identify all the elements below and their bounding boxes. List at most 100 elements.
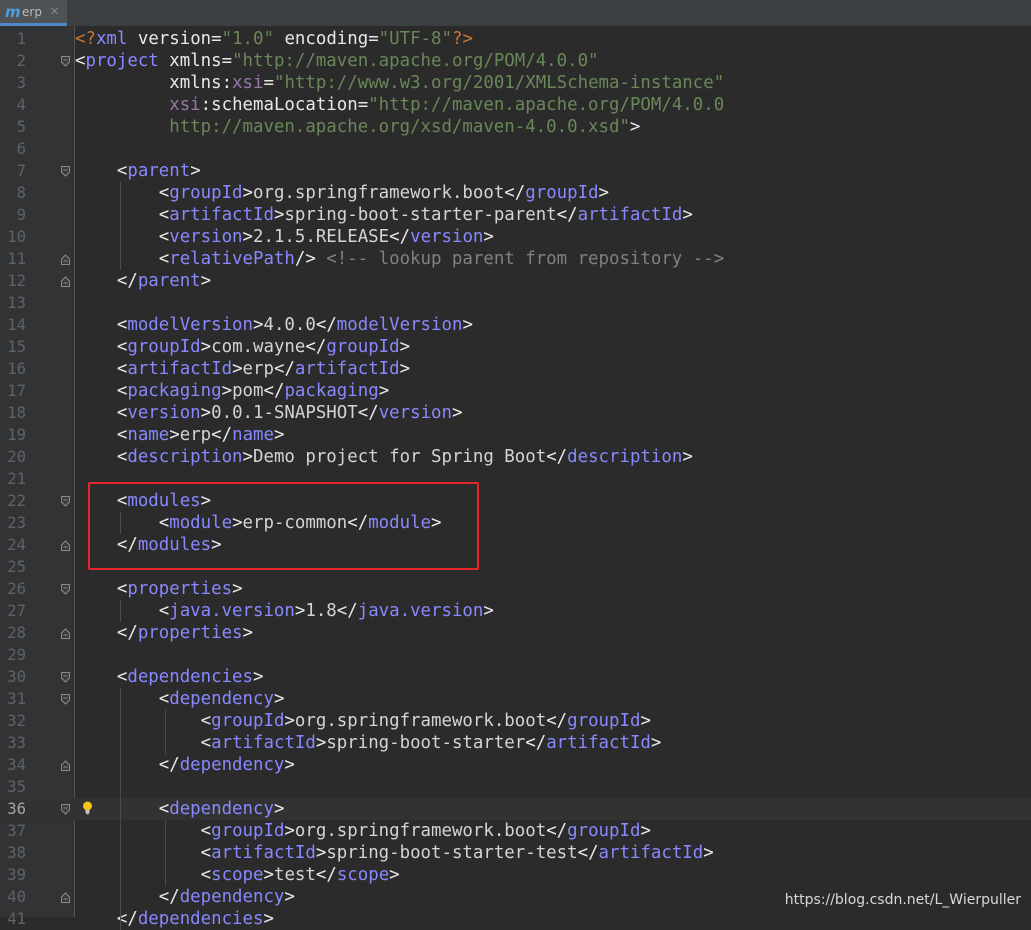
code-line[interactable]: 2 <project xmlns="http://maven.apache.org… [0, 50, 1031, 72]
code-token: xml [95, 29, 128, 49]
code-line[interactable]: 1 <?xml version="1.0" encoding="UTF-8"?> [0, 28, 1031, 50]
fold-collapse-icon[interactable] [61, 56, 70, 67]
line-number: 35 [7, 778, 26, 796]
code-line[interactable]: 29 [0, 644, 1031, 666]
code-token: < [75, 315, 128, 335]
code-line[interactable]: 41 </dependencies> [0, 908, 1031, 930]
fold-collapse-icon[interactable] [61, 166, 70, 177]
fold-collapse-icon[interactable] [61, 672, 70, 683]
code-line[interactable]: 3 xmlns:xsi="http://www.w3.org/2001/XMLS… [0, 72, 1031, 94]
code-token: </ [263, 381, 285, 401]
code-token: > [169, 425, 180, 445]
code-token: > [263, 865, 274, 885]
code-line[interactable]: 12 </parent> [0, 270, 1031, 292]
fold-collapse-icon[interactable] [61, 694, 70, 705]
code-line[interactable]: 34 </dependency> [0, 754, 1031, 776]
code-token: > [242, 623, 254, 643]
code-token: > [399, 359, 411, 379]
code-token: > [253, 667, 264, 687]
code-line[interactable]: 39 <scope>test</scope> [0, 864, 1031, 886]
code-text: <dependency> [75, 688, 285, 710]
fold-collapse-icon[interactable] [61, 584, 70, 595]
code-line[interactable]: 16 <artifactId>erp</artifactId> [0, 358, 1031, 380]
code-line[interactable]: 27 <java.version>1.8</java.version> [0, 600, 1031, 622]
code-line[interactable]: 31 <dependency> [0, 688, 1031, 710]
code-token: org.springframework.boot [294, 711, 547, 731]
code-token: < [75, 821, 212, 841]
code-line[interactable]: 30 <dependencies> [0, 666, 1031, 688]
code-token: artifactId [577, 205, 683, 225]
code-token: "UTF-8" [378, 29, 452, 49]
line-number: 5 [16, 118, 26, 136]
line-number: 16 [7, 360, 26, 378]
code-line[interactable]: 9 <artifactId>spring-boot-starter-parent… [0, 204, 1031, 226]
code-line[interactable]: 37 <groupId>org.springframework.boot</gr… [0, 820, 1031, 842]
code-token: > [682, 447, 693, 467]
code-line[interactable]: 13 [0, 292, 1031, 314]
code-line[interactable]: 20 <description>Demo project for Spring … [0, 446, 1031, 468]
code-token: </ [357, 403, 379, 423]
fold-collapse-icon[interactable] [61, 496, 70, 507]
line-number: 14 [7, 316, 26, 334]
code-line[interactable]: 18 <version>0.0.1-SNAPSHOT</version> [0, 402, 1031, 424]
code-token: < [75, 183, 170, 203]
fold-end-icon[interactable] [61, 254, 70, 265]
code-text: <modelVersion>4.0.0</modelVersion> [75, 314, 473, 336]
code-token: </ [546, 711, 568, 731]
line-number: 27 [7, 602, 26, 620]
code-line[interactable]: 32 <groupId>org.springframework.boot</gr… [0, 710, 1031, 732]
code-line[interactable]: 11 <relativePath/> <!-- lookup parent fr… [0, 248, 1031, 270]
indent-guide [165, 710, 166, 754]
code-line[interactable]: 10 <version>2.1.5.RELEASE</version> [0, 226, 1031, 248]
code-line[interactable]: 4 xsi:schemaLocation="http://maven.apach… [0, 94, 1031, 116]
line-number: 28 [7, 624, 26, 642]
code-token: > [284, 887, 295, 907]
code-token: < [75, 161, 128, 181]
code-line[interactable]: 5 http://maven.apache.org/xsd/maven-4.0.… [0, 116, 1031, 138]
code-token: > [598, 183, 610, 203]
code-line[interactable]: 19 <name>erp</name> [0, 424, 1031, 446]
close-icon[interactable]: ✕ [50, 5, 59, 18]
fold-end-icon[interactable] [61, 628, 70, 639]
code-token: version [378, 403, 452, 423]
fold-end-icon[interactable] [61, 892, 70, 903]
code-line[interactable]: 7 <parent> [0, 160, 1031, 182]
code-token: spring-boot-starter-test [326, 843, 578, 863]
code-line[interactable]: 36 <dependency> [0, 798, 1031, 820]
code-token: 1.8 [305, 601, 337, 621]
code-line[interactable]: 14 <modelVersion>4.0.0</modelVersion> [0, 314, 1031, 336]
fold-end-icon[interactable] [61, 760, 70, 771]
code-line[interactable]: 28 </properties> [0, 622, 1031, 644]
code-text: <description>Demo project for Spring Boo… [75, 446, 693, 468]
code-line[interactable]: 17 <packaging>pom</packaging> [0, 380, 1031, 402]
code-token: > [242, 227, 254, 247]
maven-icon: m [5, 3, 21, 21]
code-token: xsi [169, 95, 201, 115]
code-token: </ [315, 315, 337, 335]
code-line[interactable]: 33 <artifactId>spring-boot-starter</arti… [0, 732, 1031, 754]
code-token: artifactId [598, 843, 704, 863]
code-line[interactable]: 26 <properties> [0, 578, 1031, 600]
code-token: artifactId [211, 843, 316, 863]
code-text: <groupId>org.springframework.boot</group… [75, 182, 609, 204]
code-token: erp [179, 425, 212, 445]
code-token: "http://maven.apache.org/POM/4.0.0" [232, 51, 599, 71]
code-line[interactable]: 6 [0, 138, 1031, 160]
code-token: > [451, 403, 463, 423]
tab-erp[interactable]: m erp ✕ [0, 0, 67, 26]
fold-end-icon[interactable] [61, 276, 70, 287]
code-token: < [75, 51, 86, 71]
code-token: > [483, 601, 494, 621]
code-line[interactable]: 8 <groupId>org.springframework.boot</gro… [0, 182, 1031, 204]
code-line[interactable]: 38 <artifactId>spring-boot-starter-test<… [0, 842, 1031, 864]
fold-collapse-icon[interactable] [61, 804, 70, 815]
code-text: <artifactId>spring-boot-starter-parent</… [75, 204, 693, 226]
code-token: dependency [169, 689, 274, 709]
intention-lightbulb-icon[interactable] [82, 801, 93, 815]
code-token: < [75, 359, 128, 379]
line-number: 7 [16, 162, 26, 180]
fold-end-icon[interactable] [61, 540, 70, 551]
code-line[interactable]: 35 [0, 776, 1031, 798]
code-token: > [640, 821, 651, 841]
code-line[interactable]: 15 <groupId>com.wayne</groupId> [0, 336, 1031, 358]
